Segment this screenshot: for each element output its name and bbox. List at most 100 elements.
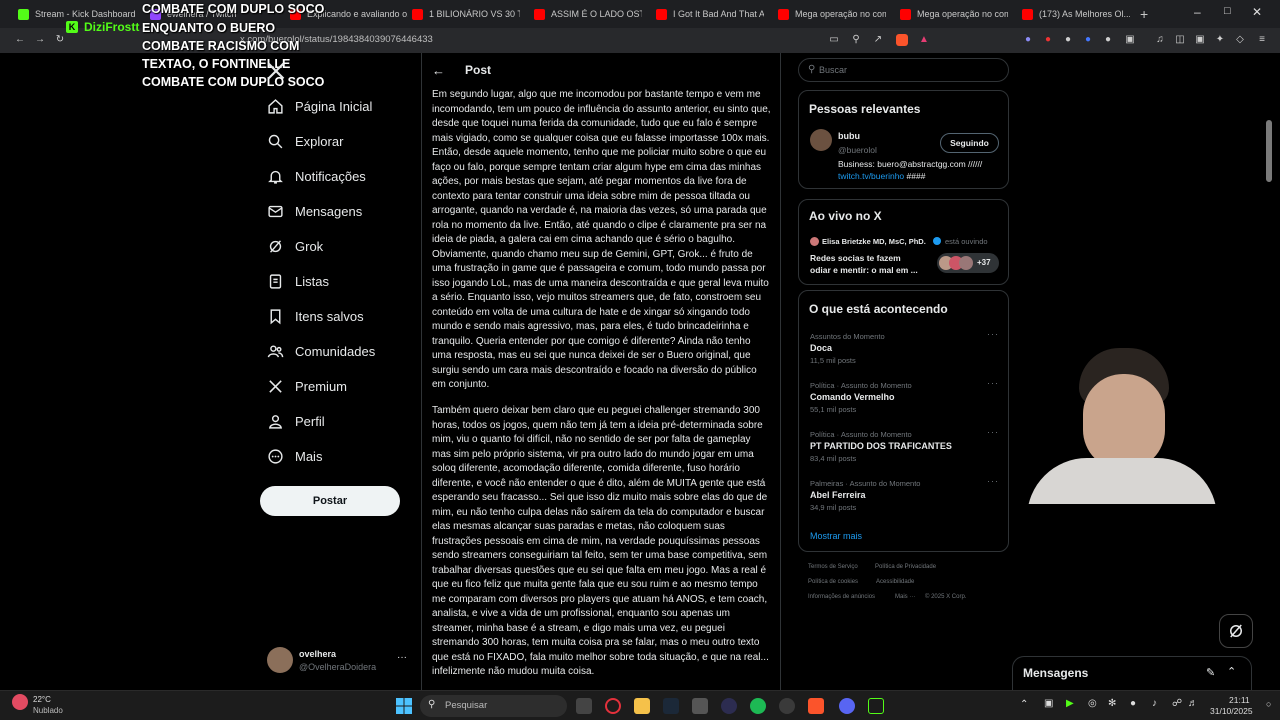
- grok-floating-button[interactable]: [1219, 614, 1253, 648]
- user-name[interactable]: bubu: [838, 131, 860, 141]
- taskbar-search[interactable]: ⚲ Pesquisar: [420, 695, 567, 717]
- more-icon[interactable]: ···: [987, 427, 999, 437]
- x-logo-icon[interactable]: [266, 61, 286, 81]
- discord-icon[interactable]: [839, 698, 855, 714]
- more-icon[interactable]: ···: [987, 378, 999, 388]
- nav-item-home[interactable]: Página Inicial: [266, 94, 372, 118]
- network-icon[interactable]: ☍: [1172, 698, 1182, 709]
- expand-icon[interactable]: ⌃: [1227, 665, 1236, 678]
- live-space-title[interactable]: odiar e mentir: o mal em ...: [810, 265, 918, 275]
- tray-icon[interactable]: ▣: [1044, 698, 1053, 709]
- app-icon[interactable]: [692, 698, 708, 714]
- post-button[interactable]: Postar: [260, 486, 400, 516]
- extension-icon[interactable]: ▣: [1124, 34, 1136, 46]
- nav-item-bookmarks[interactable]: Itens salvos: [266, 304, 364, 328]
- share-icon[interactable]: ↗: [872, 34, 884, 46]
- windows-start-icon[interactable]: [396, 698, 412, 714]
- back-arrow-icon[interactable]: ←: [432, 63, 445, 78]
- trend-name[interactable]: Comando Vermelho: [810, 392, 895, 402]
- new-tab-button[interactable]: +: [1140, 2, 1154, 26]
- back-icon[interactable]: ←: [14, 34, 26, 46]
- nav-item-communities[interactable]: Comunidades: [266, 339, 375, 363]
- maximize-icon[interactable]: □: [1224, 5, 1231, 17]
- footer-link[interactable]: Termos de Serviço: [808, 564, 858, 570]
- listeners-badge[interactable]: +37: [937, 253, 999, 273]
- file-explorer-icon[interactable]: [634, 698, 650, 714]
- microphone-icon[interactable]: ♪: [1152, 698, 1157, 709]
- avatar[interactable]: [810, 129, 832, 151]
- reload-icon[interactable]: ↻: [54, 34, 66, 46]
- notification-bell-icon[interactable]: ○: [1266, 699, 1271, 709]
- live-space-title[interactable]: Redes socias te fazem: [810, 253, 901, 263]
- browser-tab[interactable]: (173) As Melhores Ol...: [1022, 2, 1130, 26]
- extension-icon[interactable]: ●: [1022, 34, 1034, 46]
- spotify-icon[interactable]: [750, 698, 766, 714]
- trend-name[interactable]: Abel Ferreira: [810, 490, 866, 500]
- browser-tab[interactable]: I Got It Bad And That Ain...: [656, 2, 764, 26]
- opera-icon[interactable]: [605, 698, 621, 714]
- avatar[interactable]: [267, 647, 293, 673]
- footer-link[interactable]: Acessibilidade: [876, 579, 914, 585]
- new-message-icon[interactable]: ✎: [1206, 666, 1215, 679]
- messages-drawer[interactable]: Mensagens ✎ ⌃: [1012, 656, 1252, 690]
- extension-icon[interactable]: ●: [1062, 34, 1074, 46]
- browser-tab[interactable]: Mega operação no comp...: [900, 2, 1008, 26]
- tray-icon[interactable]: ◎: [1088, 698, 1097, 709]
- footer-link[interactable]: Política de Privacidade: [875, 564, 936, 570]
- leo-icon[interactable]: ✦: [1214, 34, 1226, 46]
- tray-icon[interactable]: ▶: [1066, 698, 1074, 709]
- nav-item-notifications[interactable]: Notificações: [266, 164, 366, 188]
- footer-link[interactable]: Informações de anúncios: [808, 594, 875, 600]
- brave-shield-icon[interactable]: [896, 34, 908, 46]
- footer-link[interactable]: Política de cookies: [808, 579, 858, 585]
- nav-item-messages[interactable]: Mensagens: [266, 199, 362, 223]
- steam-icon[interactable]: [663, 698, 679, 714]
- nav-item-explore[interactable]: Explorar: [266, 129, 343, 153]
- tray-icon[interactable]: ●: [1130, 698, 1136, 709]
- tray-icon[interactable]: ✻: [1108, 698, 1116, 709]
- account-more-icon[interactable]: ···: [397, 652, 407, 663]
- trend-name[interactable]: PT PARTIDO DOS TRAFICANTES: [810, 441, 952, 451]
- more-icon[interactable]: ···: [987, 476, 999, 486]
- browser-tab[interactable]: Mega operação no comp...: [778, 2, 886, 26]
- following-button[interactable]: Seguindo: [940, 133, 999, 153]
- browser-tab[interactable]: 1 BILIONÁRIO VS 30 TRA...: [412, 2, 520, 26]
- app-icon[interactable]: [779, 698, 795, 714]
- extension-icon[interactable]: ●: [1102, 34, 1114, 46]
- forward-icon[interactable]: →: [34, 34, 46, 46]
- task-view-icon[interactable]: [576, 698, 592, 714]
- cast-icon[interactable]: ▭: [828, 34, 840, 46]
- wallet-icon[interactable]: ▣: [1194, 34, 1206, 46]
- nav-item-grok[interactable]: Grok: [266, 234, 323, 258]
- clock-date[interactable]: 31/10/2025: [1210, 706, 1253, 716]
- extension-icon[interactable]: ●: [1082, 34, 1094, 46]
- brave-icon[interactable]: [808, 698, 824, 714]
- kick-icon[interactable]: [868, 698, 884, 714]
- close-window-icon[interactable]: ✕: [1252, 5, 1262, 19]
- browser-tab[interactable]: ASSIM É O LADO OSTEN...: [534, 2, 642, 26]
- footer-link[interactable]: Mais ···: [895, 594, 915, 600]
- menu-icon[interactable]: ≡: [1256, 34, 1268, 46]
- clock-time[interactable]: 21:11: [1229, 695, 1250, 705]
- page-scrollbar-thumb[interactable]: [1266, 120, 1272, 182]
- bio-link[interactable]: twitch.tv/buerinho: [838, 171, 904, 181]
- app-icon[interactable]: [721, 698, 737, 714]
- nav-item-lists[interactable]: Listas: [266, 269, 329, 293]
- volume-icon[interactable]: ♬: [1188, 698, 1198, 709]
- live-host[interactable]: Elisa Brietzke MD, MsC, PhD.: [822, 237, 926, 246]
- brave-rewards-icon[interactable]: ▲: [918, 34, 930, 46]
- search-input[interactable]: ⚲ Buscar: [798, 58, 1009, 82]
- nav-item-profile[interactable]: Perfil: [266, 409, 325, 433]
- playlist-icon[interactable]: ♫: [1154, 34, 1166, 46]
- sidebar-icon[interactable]: ◫: [1174, 34, 1186, 46]
- minimize-icon[interactable]: –: [1194, 5, 1201, 19]
- trend-name[interactable]: Doca: [810, 343, 832, 353]
- extension-icon[interactable]: ●: [1042, 34, 1054, 46]
- weather-icon[interactable]: [12, 694, 28, 710]
- show-more-link[interactable]: Mostrar mais: [810, 531, 862, 541]
- vpn-icon[interactable]: ◇: [1234, 34, 1246, 46]
- nav-item-more[interactable]: Mais: [266, 444, 322, 468]
- nav-item-premium[interactable]: Premium: [266, 374, 347, 398]
- zoom-icon[interactable]: ⚲: [850, 34, 862, 46]
- more-icon[interactable]: ···: [987, 329, 999, 339]
